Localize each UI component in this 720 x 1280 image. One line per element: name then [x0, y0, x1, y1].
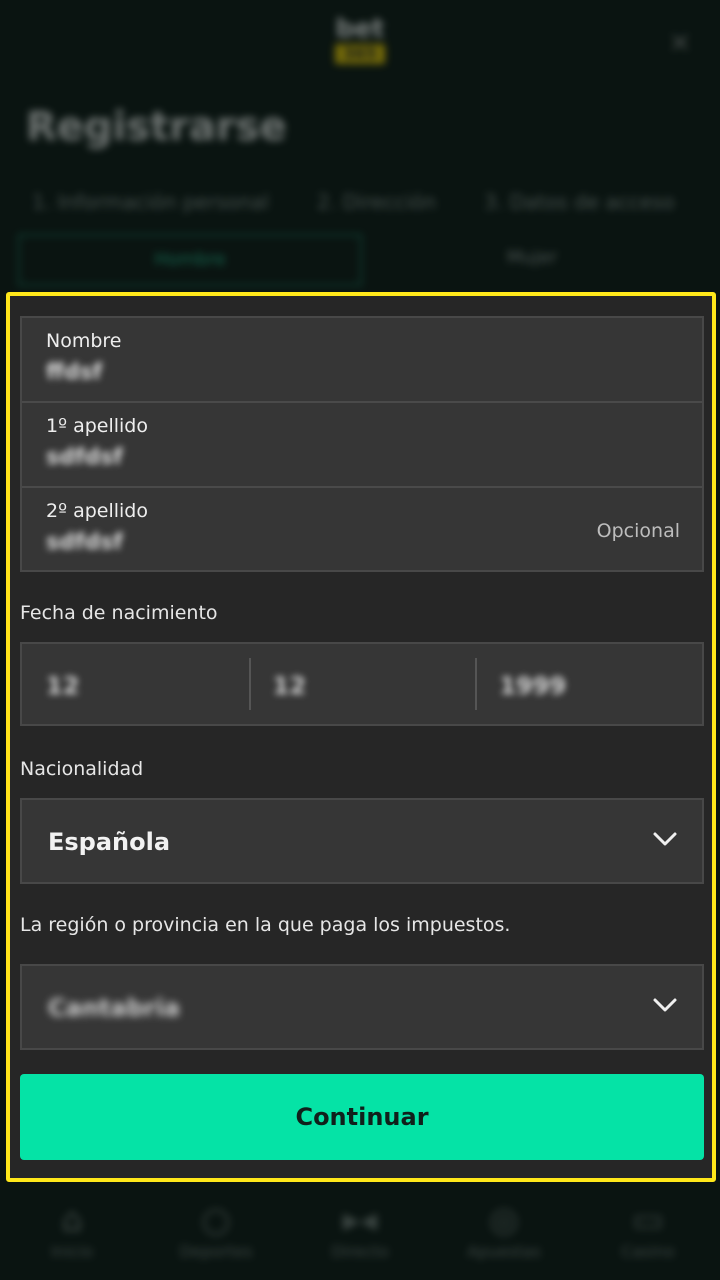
page-title: Registrarse	[26, 104, 287, 150]
region-select[interactable]: Cantabria	[20, 964, 704, 1050]
dob-month-input[interactable]: 12	[248, 644, 476, 724]
surname1-field[interactable]: 1º apellido sdfdsf	[22, 403, 702, 488]
dob-day-input[interactable]: 12	[22, 644, 249, 724]
first-name-field[interactable]: Nombre ffdsf	[22, 318, 702, 403]
surname1-value: sdfdsf	[46, 445, 123, 470]
gender-male-option[interactable]: Hombre	[18, 234, 362, 286]
nav-home[interactable]: ⌂ Inicio	[0, 1190, 144, 1280]
registration-form-panel: Nombre ffdsf 1º apellido sdfdsf 2º apell…	[6, 292, 716, 1182]
dob-label: Fecha de nacimiento	[20, 602, 218, 624]
first-name-value: ffdsf	[46, 360, 103, 385]
nav-live-label: Directo	[331, 1242, 389, 1261]
registration-steps: 1. Información personal 2. Dirección 3. …	[32, 190, 692, 220]
name-field-group: Nombre ffdsf 1º apellido sdfdsf 2º apell…	[20, 316, 704, 572]
gender-toggle: Hombre Mujer	[18, 234, 702, 286]
nav-casino[interactable]: ▭ Casino	[576, 1190, 720, 1280]
surname2-value: sdfdsf	[46, 530, 123, 555]
close-icon[interactable]: ×	[664, 26, 696, 58]
region-label: La región o provincia en la que paga los…	[20, 914, 511, 936]
nav-live[interactable]: ▸◂ Directo	[288, 1190, 432, 1280]
nav-home-label: Inicio	[50, 1242, 94, 1261]
nationality-select[interactable]: Española	[20, 798, 704, 884]
casino-icon: ▭	[631, 1200, 665, 1240]
surname1-label: 1º apellido	[46, 415, 148, 437]
nationality-value: Española	[48, 828, 171, 856]
dob-year-input[interactable]: 1999	[475, 644, 702, 724]
chevron-down-icon	[653, 832, 677, 846]
surname2-field[interactable]: 2º apellido sdfdsf Opcional	[22, 488, 702, 573]
search-icon: ○	[201, 1200, 231, 1240]
step-personal: 1. Información personal	[32, 190, 270, 214]
optional-hint: Opcional	[596, 520, 680, 542]
dob-day-value: 12	[46, 672, 80, 700]
dob-month-value: 12	[272, 672, 307, 700]
nationality-label: Nacionalidad	[20, 758, 144, 780]
bet365-logo: bet 365	[326, 14, 394, 70]
first-name-label: Nombre	[46, 330, 122, 352]
dob-year-value: 1999	[499, 672, 567, 700]
step-address: 2. Dirección	[317, 190, 437, 214]
step-access: 3. Datos de acceso	[484, 190, 675, 214]
region-value: Cantabria	[48, 994, 180, 1022]
nav-bets-label: Apuestas	[467, 1242, 541, 1261]
nav-sports-label: Deportes	[179, 1242, 253, 1261]
surname2-label: 2º apellido	[46, 500, 148, 522]
chevron-down-icon	[653, 998, 677, 1012]
logo-top: bet	[335, 14, 385, 44]
gender-female-option[interactable]: Mujer	[362, 234, 702, 286]
live-icon: ▸◂	[342, 1200, 378, 1240]
bets-icon: ◎	[489, 1200, 519, 1240]
logo-bottom: 365	[335, 44, 385, 64]
nav-bets[interactable]: ◎ Apuestas	[432, 1190, 576, 1280]
bottom-navigation: ⌂ Inicio ○ Deportes ▸◂ Directo ◎ Apuestas ▭ C…	[0, 1190, 720, 1280]
continue-button[interactable]: Continuar	[20, 1074, 704, 1160]
home-icon: ⌂	[61, 1200, 83, 1240]
dob-input-group: 12 12 1999	[20, 642, 704, 726]
nav-sports[interactable]: ○ Deportes	[144, 1190, 288, 1280]
nav-casino-label: Casino	[621, 1242, 675, 1261]
